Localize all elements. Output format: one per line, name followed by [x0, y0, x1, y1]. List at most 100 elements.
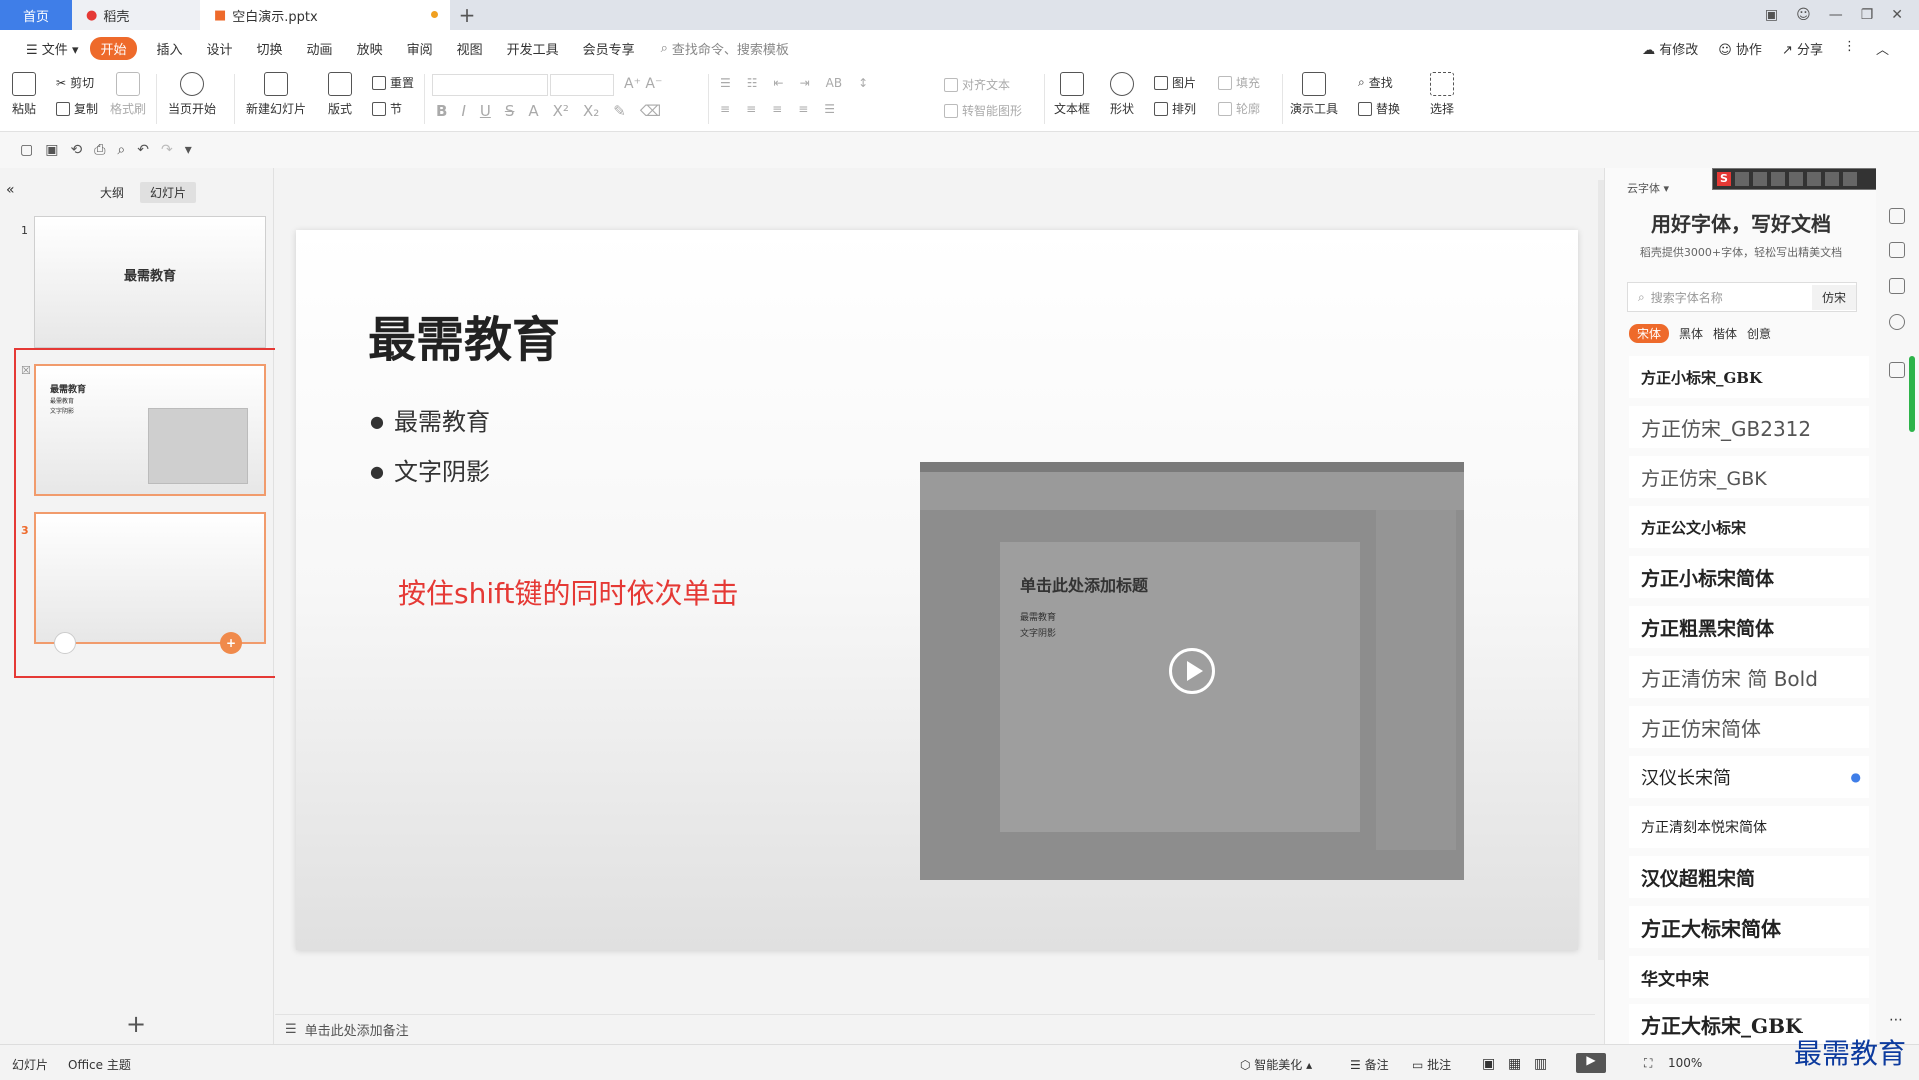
section-button[interactable]: 节: [372, 100, 402, 117]
beautify-button[interactable]: ⬡ 智能美化 ▴: [1240, 1056, 1312, 1073]
tab-file[interactable]: ■ 空白演示.pptx: [200, 0, 450, 30]
new-doc-icon[interactable]: ▢: [20, 142, 33, 158]
fill-button[interactable]: 填充: [1218, 74, 1260, 91]
menu-insert[interactable]: 插入: [145, 39, 195, 58]
indent-decrease-icon[interactable]: ⇤: [774, 76, 784, 90]
shape-button[interactable]: 形状: [1110, 72, 1134, 117]
notes-bar[interactable]: ☰ 单击此处添加备注: [275, 1014, 1595, 1044]
smart-art-button[interactable]: 转智能图形: [944, 102, 1022, 119]
pin-icon[interactable]: [1889, 242, 1905, 258]
font-item[interactable]: 方正小标宋_GBK: [1629, 356, 1869, 398]
line-spacing-icon[interactable]: ↕: [858, 76, 868, 90]
menu-transition[interactable]: 切换: [245, 39, 295, 58]
arrange-button[interactable]: 排列: [1154, 100, 1196, 117]
close-icon[interactable]: ✕: [1891, 7, 1903, 23]
slideshow-play-button[interactable]: ▶: [1576, 1053, 1606, 1073]
collapse-panel-icon[interactable]: «: [6, 182, 15, 198]
italic-icon[interactable]: I: [461, 102, 465, 120]
tab-outline[interactable]: 大纲: [90, 182, 134, 203]
menu-review[interactable]: 审阅: [395, 39, 445, 58]
font-grow-icon[interactable]: A⁺ A⁻: [624, 76, 662, 92]
align-right-icon[interactable]: ≡: [772, 102, 782, 116]
more-icon[interactable]: ⋮: [1843, 39, 1856, 58]
menu-view[interactable]: 视图: [445, 39, 495, 58]
number-list-icon[interactable]: ☷: [747, 76, 758, 90]
restore-icon[interactable]: ❐: [1861, 7, 1874, 23]
menu-show[interactable]: 放映: [345, 39, 395, 58]
menu-vip[interactable]: 会员专享: [571, 39, 647, 58]
textbox-button[interactable]: 文本框: [1054, 72, 1090, 117]
zoom-level[interactable]: 100%: [1668, 1056, 1702, 1070]
find-button[interactable]: ⌕ 查找: [1358, 74, 1393, 91]
avatar[interactable]: ☺: [1796, 7, 1811, 23]
align-left-icon[interactable]: ≡: [720, 102, 730, 116]
remarks-button[interactable]: ☰ 备注: [1350, 1056, 1389, 1073]
clear-format-icon[interactable]: ⌫: [640, 102, 661, 120]
picture-button[interactable]: 图片: [1154, 74, 1196, 91]
slide-title[interactable]: 最需教育: [368, 300, 560, 370]
grid-view-icon[interactable]: ▦: [1508, 1056, 1521, 1072]
tab-home[interactable]: 首页: [0, 0, 72, 30]
normal-view-icon[interactable]: ▣: [1482, 1056, 1495, 1072]
underline-icon[interactable]: U: [480, 102, 491, 120]
font-item[interactable]: 汉仪长宋简 ●: [1629, 756, 1869, 798]
indent-increase-icon[interactable]: ⇥: [800, 76, 810, 90]
font-item[interactable]: 方正仿宋_GB2312: [1629, 406, 1869, 448]
tab-daoke[interactable]: ● 稻壳: [72, 0, 200, 30]
fangsong-button[interactable]: 仿宋: [1811, 284, 1856, 310]
font-item[interactable]: 方正粗黑宋简体: [1629, 606, 1869, 648]
export-icon[interactable]: ⟲: [70, 142, 82, 158]
minimize-icon[interactable]: —: [1829, 7, 1843, 23]
undo-icon[interactable]: ↶: [137, 142, 149, 158]
font-item[interactable]: 方正仿宋简体: [1629, 706, 1869, 748]
highlight-icon[interactable]: ✎: [613, 102, 626, 120]
font-item[interactable]: 方正仿宋_GBK: [1629, 456, 1869, 498]
font-tool-icon[interactable]: [1889, 362, 1905, 378]
menu-design[interactable]: 设计: [195, 39, 245, 58]
font-size-select[interactable]: [550, 74, 614, 96]
layout-icon[interactable]: ▣: [1765, 7, 1778, 23]
slide-thumb-1[interactable]: 最需教育: [34, 216, 266, 348]
justify-icon[interactable]: ≡: [798, 102, 808, 116]
paste-button[interactable]: 粘贴: [12, 72, 36, 117]
settings-icon[interactable]: [1889, 208, 1905, 224]
print-preview-icon[interactable]: ⌕: [117, 142, 125, 158]
replace-button[interactable]: 替换: [1358, 100, 1400, 117]
video-object[interactable]: 单击此处添加标题 最需教育 文字阴影: [920, 462, 1464, 880]
layout-button[interactable]: 版式: [328, 72, 352, 117]
align-center-icon[interactable]: ≡: [746, 102, 756, 116]
copy-panel-icon[interactable]: [1889, 278, 1905, 294]
video-play-icon[interactable]: [1169, 648, 1215, 694]
menu-dev[interactable]: 开发工具: [495, 39, 571, 58]
cut-button[interactable]: ✂ 剪切: [56, 74, 94, 91]
help-icon[interactable]: [1889, 314, 1905, 330]
slide-bullet-1[interactable]: 最需教育: [370, 402, 490, 437]
cloud-font-dropdown[interactable]: 云字体 ▾: [1627, 180, 1669, 196]
cat-heiti[interactable]: 黑体: [1679, 325, 1703, 342]
font-item[interactable]: 方正小标宋简体: [1629, 556, 1869, 598]
font-item[interactable]: 华文中宋: [1629, 956, 1869, 998]
outline-button[interactable]: 轮廓: [1218, 100, 1260, 117]
text-direction-icon[interactable]: AB: [826, 76, 842, 90]
redo-icon[interactable]: ↷: [161, 142, 173, 158]
bold-icon[interactable]: B: [436, 102, 447, 120]
menu-animation[interactable]: 动画: [295, 39, 345, 58]
slide-canvas[interactable]: 最需教育 最需教育 文字阴影 按住shift键的同时依次单击 单击此处添加标题 …: [296, 230, 1578, 950]
customize-icon[interactable]: ▾: [185, 142, 192, 158]
reset-button[interactable]: 重置: [372, 74, 414, 91]
cat-creative[interactable]: 创意: [1747, 325, 1771, 342]
add-slide-button[interactable]: +: [126, 1010, 146, 1038]
font-name-select[interactable]: [432, 74, 548, 96]
collapse-ribbon-icon[interactable]: ︿: [1876, 39, 1889, 58]
select-button[interactable]: 选择: [1430, 72, 1454, 117]
command-search[interactable]: ⌕ 查找命令、搜索模板: [661, 39, 789, 58]
font-item[interactable]: 汉仪超粗宋简: [1629, 856, 1869, 898]
strike-icon[interactable]: S: [505, 102, 515, 120]
collab-button[interactable]: ☺ 协作: [1718, 39, 1762, 58]
cat-songti[interactable]: 宋体: [1629, 324, 1670, 343]
superscript-icon[interactable]: X²: [553, 102, 569, 120]
font-item[interactable]: 方正大标宋简体: [1629, 906, 1869, 948]
font-item[interactable]: 方正清仿宋 简 Bold: [1629, 656, 1869, 698]
reading-view-icon[interactable]: ▥: [1534, 1056, 1547, 1072]
font-search-input[interactable]: ⌕ 搜索字体名称 仿宋: [1627, 282, 1857, 312]
